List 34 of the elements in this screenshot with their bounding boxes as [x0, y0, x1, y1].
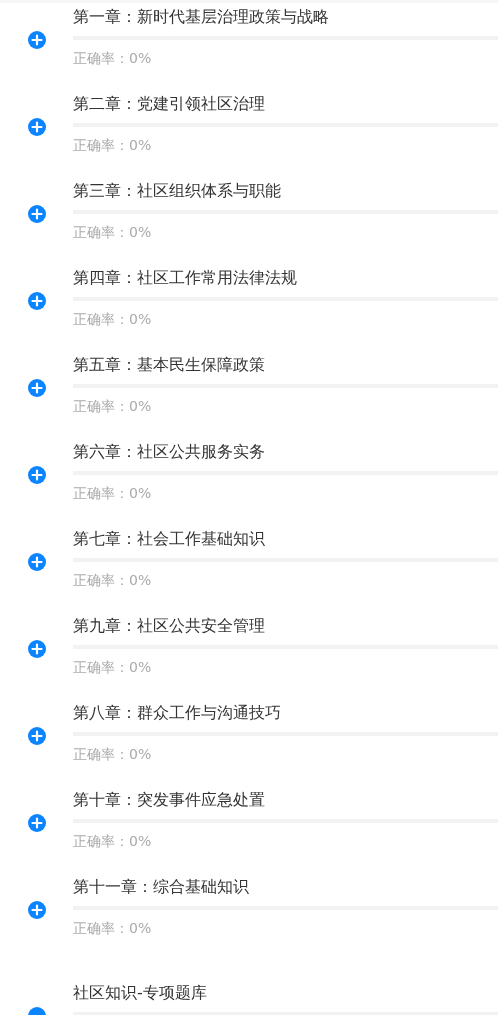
chapter-title[interactable]: 第六章：社区公共服务实务 [73, 441, 265, 463]
expand-plus-icon[interactable] [27, 553, 46, 571]
accuracy-text: 正确率：0% [73, 571, 152, 590]
chapter-title[interactable]: 第五章：基本民生保障政策 [73, 354, 265, 376]
expand-plus-icon[interactable] [27, 901, 46, 919]
expand-plus-icon[interactable] [27, 466, 46, 484]
chapter-title[interactable]: 第八章：群众工作与沟通技巧 [73, 702, 281, 724]
expand-plus-icon[interactable] [27, 292, 46, 310]
accuracy-text: 正确率：0% [73, 919, 152, 938]
accuracy-text: 正确率：0% [73, 136, 152, 155]
expand-plus-icon[interactable] [27, 727, 46, 745]
expand-plus-icon[interactable] [27, 118, 46, 136]
accuracy-text: 正确率：0% [73, 832, 152, 851]
accuracy-text: 正确率：0% [73, 310, 152, 329]
chapter-title[interactable]: 第四章：社区工作常用法律法规 [73, 267, 297, 289]
expand-plus-icon[interactable] [27, 379, 46, 397]
expand-plus-icon[interactable] [27, 205, 46, 223]
accuracy-text: 正确率：0% [73, 484, 152, 503]
accuracy-text: 正确率：0% [73, 397, 152, 416]
chapter-title[interactable]: 第一章：新时代基层治理政策与战略 [73, 6, 329, 28]
chapter-title[interactable]: 第三章：社区组织体系与职能 [73, 180, 281, 202]
chapter-title[interactable]: 第十一章：综合基础知识 [73, 876, 249, 898]
accuracy-text: 正确率：0% [73, 223, 152, 242]
accuracy-text: 正确率：0% [73, 49, 152, 68]
chapter-title[interactable]: 第九章：社区公共安全管理 [73, 615, 265, 637]
chapter-title[interactable]: 第七章：社会工作基础知识 [73, 528, 265, 550]
chapter-title[interactable]: 第二章：党建引领社区治理 [73, 93, 265, 115]
chapter-title[interactable]: 第十章：突发事件应急处置 [73, 789, 265, 811]
accuracy-text: 正确率：0% [73, 658, 152, 677]
chapter-title[interactable]: 社区知识-专项题库 [73, 982, 207, 1004]
accuracy-text: 正确率：0% [73, 745, 152, 764]
expand-plus-icon[interactable] [27, 814, 46, 832]
expand-plus-icon[interactable] [27, 640, 46, 658]
expand-plus-icon[interactable] [27, 31, 46, 49]
